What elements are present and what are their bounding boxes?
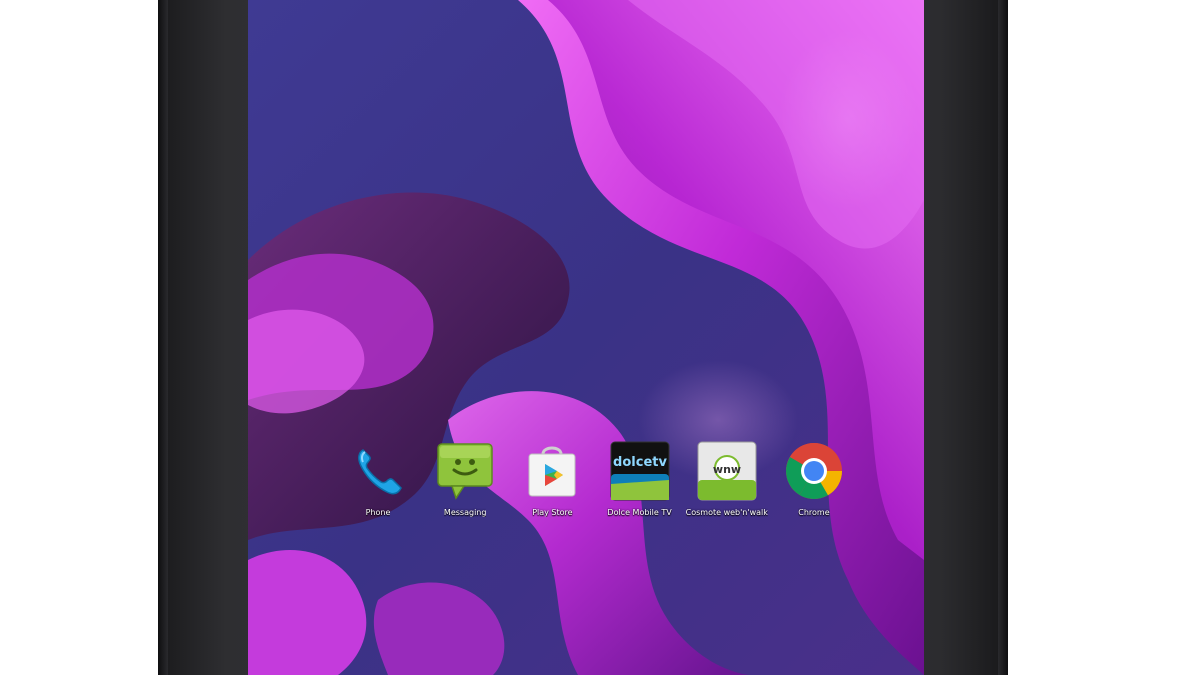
bezel-right-edge — [998, 0, 1008, 675]
app-label: Messaging — [443, 508, 487, 517]
dolce-logo-text: dolcetv — [613, 455, 667, 470]
app-label: Cosmote web'n'walk — [685, 508, 768, 517]
messaging-icon[interactable] — [434, 440, 496, 502]
wallpaper — [248, 0, 924, 675]
app-label: Chrome — [798, 508, 830, 517]
product-photo: Phone Messaging Play Store dolcetv Dolce… — [0, 0, 1200, 675]
dolce-tv-icon[interactable]: dolcetv — [609, 440, 671, 502]
app-webnwalk[interactable]: wnw Cosmote web'n'walk — [685, 440, 769, 530]
app-label: Dolce Mobile TV — [607, 508, 672, 517]
home-screen: Phone Messaging Play Store dolcetv Dolce… — [248, 0, 924, 675]
chrome-icon[interactable] — [783, 440, 845, 502]
app-dolce-tv[interactable]: dolcetv Dolce Mobile TV — [598, 440, 682, 530]
phone-icon[interactable] — [347, 440, 409, 502]
webnwalk-logo-text: wnw — [713, 463, 741, 476]
webnwalk-icon[interactable]: wnw — [696, 440, 758, 502]
app-label: Play Store — [532, 508, 573, 517]
app-label: Phone — [365, 508, 391, 517]
play-store-icon[interactable] — [521, 440, 583, 502]
app-play-store[interactable]: Play Store — [510, 440, 594, 530]
app-chrome[interactable]: Chrome — [772, 440, 856, 530]
app-messaging[interactable]: Messaging — [423, 440, 507, 530]
bezel-left-edge — [158, 0, 168, 675]
app-dock: Phone Messaging Play Store dolcetv Dolce… — [336, 440, 856, 530]
app-phone[interactable]: Phone — [336, 440, 420, 530]
